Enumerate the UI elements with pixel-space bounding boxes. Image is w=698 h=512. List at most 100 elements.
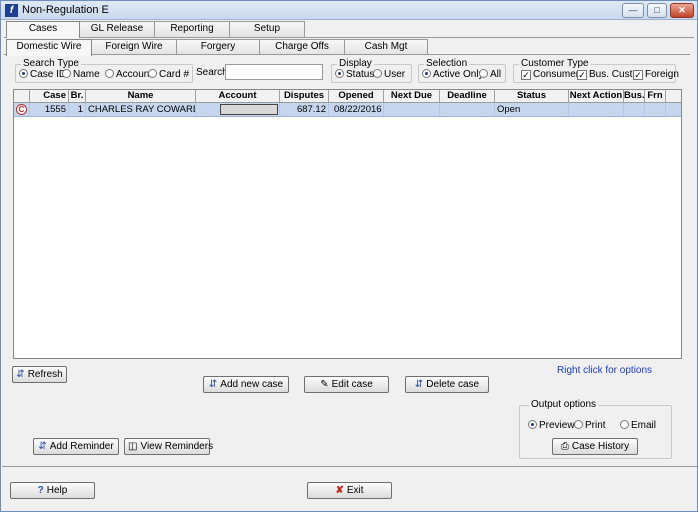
radio-icon [148, 69, 157, 78]
selection-active-only-radio[interactable]: Active Only [422, 69, 484, 81]
selection-all-radio[interactable]: All [479, 69, 501, 81]
tab-setup[interactable]: Setup [229, 21, 305, 37]
cell-bus [624, 103, 645, 116]
customer-type-group: Customer Type ✓ Consumer ✓ Bus. Cust. ✓ For… [513, 58, 679, 83]
tab-domestic-wire[interactable]: Domestic Wire [6, 39, 92, 56]
col-header-name[interactable]: Name [86, 90, 196, 103]
grid-header: Case Br. Name Account Disputes Opened Ne… [14, 90, 681, 103]
output-options-group: Output options Preview Print Email ⎙ Case… [519, 399, 672, 459]
add-case-icon: ⇵ [208, 379, 218, 390]
search-input[interactable] [225, 64, 323, 80]
col-header-icon[interactable] [14, 90, 30, 103]
main-tab-divider [4, 37, 694, 38]
cell-account[interactable] [196, 103, 280, 116]
output-print-radio[interactable]: Print [574, 420, 606, 432]
minimize-button[interactable]: — [622, 3, 644, 18]
col-header-bus[interactable]: Bus. [624, 90, 645, 103]
maximize-button[interactable]: □ [647, 3, 667, 18]
customer-type-consumer-checkbox[interactable]: ✓ Consumer [521, 69, 579, 81]
col-header-frn[interactable]: Frn [645, 90, 666, 103]
printer-icon: ⎙ [560, 441, 569, 452]
cell-name: CHARLES RAY COWARD [88, 103, 196, 116]
tab-charge-offs[interactable]: Charge Offs [259, 39, 345, 55]
cell-next-action [569, 103, 624, 116]
edit-icon: ✎ [320, 379, 329, 390]
col-header-account[interactable]: Account [196, 90, 280, 103]
search-type-name-radio[interactable]: Name [62, 69, 100, 81]
tab-foreign-wire[interactable]: Foreign Wire [91, 39, 177, 55]
radio-selected-icon [335, 69, 344, 78]
radio-icon [620, 420, 629, 429]
exit-icon: ✘ [335, 485, 344, 496]
radio-icon [62, 69, 71, 78]
radio-icon [105, 69, 114, 78]
checkmark-icon: ✓ [577, 70, 587, 80]
sub-tab-divider [4, 54, 690, 55]
cell-disputes: 687.12 [280, 103, 329, 116]
output-email-radio[interactable]: Email [620, 420, 656, 432]
exit-button[interactable]: ✘ Exit [307, 482, 392, 499]
view-reminders-button[interactable]: ◫ View Reminders [124, 438, 213, 455]
tab-cases[interactable]: Cases [6, 21, 80, 38]
search-type-group: Search Type Case ID Name Account Card # [15, 58, 193, 83]
delete-case-button[interactable]: ⇵ Delete case [405, 376, 489, 393]
refresh-icon: ⇵ [16, 369, 25, 380]
col-header-deadline[interactable]: Deadline [440, 90, 495, 103]
app-logo-icon: f [5, 4, 18, 17]
display-group: Display Status User [331, 58, 412, 83]
view-reminders-icon: ◫ [128, 441, 138, 452]
delete-icon: ⇵ [414, 379, 424, 390]
edit-case-button[interactable]: ✎ Edit case [304, 376, 389, 393]
app-window: f Non-Regulation E — □ ✕ Cases GL Releas… [0, 0, 698, 512]
radio-icon [479, 69, 488, 78]
display-user-radio[interactable]: User [373, 69, 405, 81]
col-header-status[interactable]: Status [495, 90, 569, 103]
tab-forgery[interactable]: Forgery [176, 39, 260, 55]
window-title: Non-Regulation E [22, 4, 109, 16]
case-icon: C [16, 104, 27, 115]
customer-type-foreign-checkbox[interactable]: ✓ Foreign [633, 69, 679, 81]
cell-opened: 08/22/2016 [329, 103, 384, 116]
case-history-button[interactable]: ⎙ Case History [552, 438, 638, 455]
radio-selected-icon [528, 420, 537, 429]
col-header-case[interactable]: Case [30, 90, 69, 103]
help-icon: ? [37, 485, 44, 496]
cell-deadline [440, 103, 495, 116]
search-type-case-id-radio[interactable]: Case ID [19, 69, 66, 81]
add-new-case-button[interactable]: ⇵ Add new case [203, 376, 289, 393]
checkmark-icon: ✓ [633, 70, 643, 80]
checkmark-icon: ✓ [521, 70, 531, 80]
close-button[interactable]: ✕ [670, 3, 694, 18]
search-type-card-radio[interactable]: Card # [148, 69, 189, 81]
account-edit-box[interactable] [220, 104, 278, 115]
radio-icon [574, 420, 583, 429]
display-status-radio[interactable]: Status [335, 69, 374, 81]
right-click-hint: Right click for options [557, 365, 653, 376]
cell-next-due [384, 103, 440, 116]
add-reminder-button[interactable]: ⇵ Add Reminder [33, 438, 119, 455]
tab-reporting[interactable]: Reporting [154, 21, 230, 37]
radio-selected-icon [19, 69, 28, 78]
footer-divider [2, 466, 697, 467]
col-header-br[interactable]: Br. [69, 90, 86, 103]
refresh-button[interactable]: ⇵ Refresh [12, 366, 67, 383]
cell-frn [645, 103, 666, 116]
col-header-next-action[interactable]: Next Action [569, 90, 624, 103]
tab-gl-release[interactable]: GL Release [79, 21, 155, 37]
cases-grid[interactable]: Case Br. Name Account Disputes Opened Ne… [13, 89, 682, 359]
col-header-disputes[interactable]: Disputes [280, 90, 329, 103]
search-type-account-radio[interactable]: Account [105, 69, 152, 81]
table-row[interactable]: C 1555 1 CHARLES RAY COWARD 687.12 08/22… [14, 103, 681, 117]
col-header-next-due[interactable]: Next Due [384, 90, 440, 103]
radio-selected-icon [422, 69, 431, 78]
help-button[interactable]: ? Help [10, 482, 95, 499]
output-options-legend: Output options [529, 399, 599, 411]
cell-status: Open [495, 103, 569, 116]
col-header-opened[interactable]: Opened [329, 90, 384, 103]
radio-icon [373, 69, 382, 78]
output-preview-radio[interactable]: Preview [528, 420, 575, 432]
tab-cash-mgt[interactable]: Cash Mgt [344, 39, 428, 55]
row-status-cell: C [14, 103, 30, 116]
customer-type-bus-cust-checkbox[interactable]: ✓ Bus. Cust. [577, 69, 635, 81]
cell-case: 1555 [30, 103, 69, 116]
